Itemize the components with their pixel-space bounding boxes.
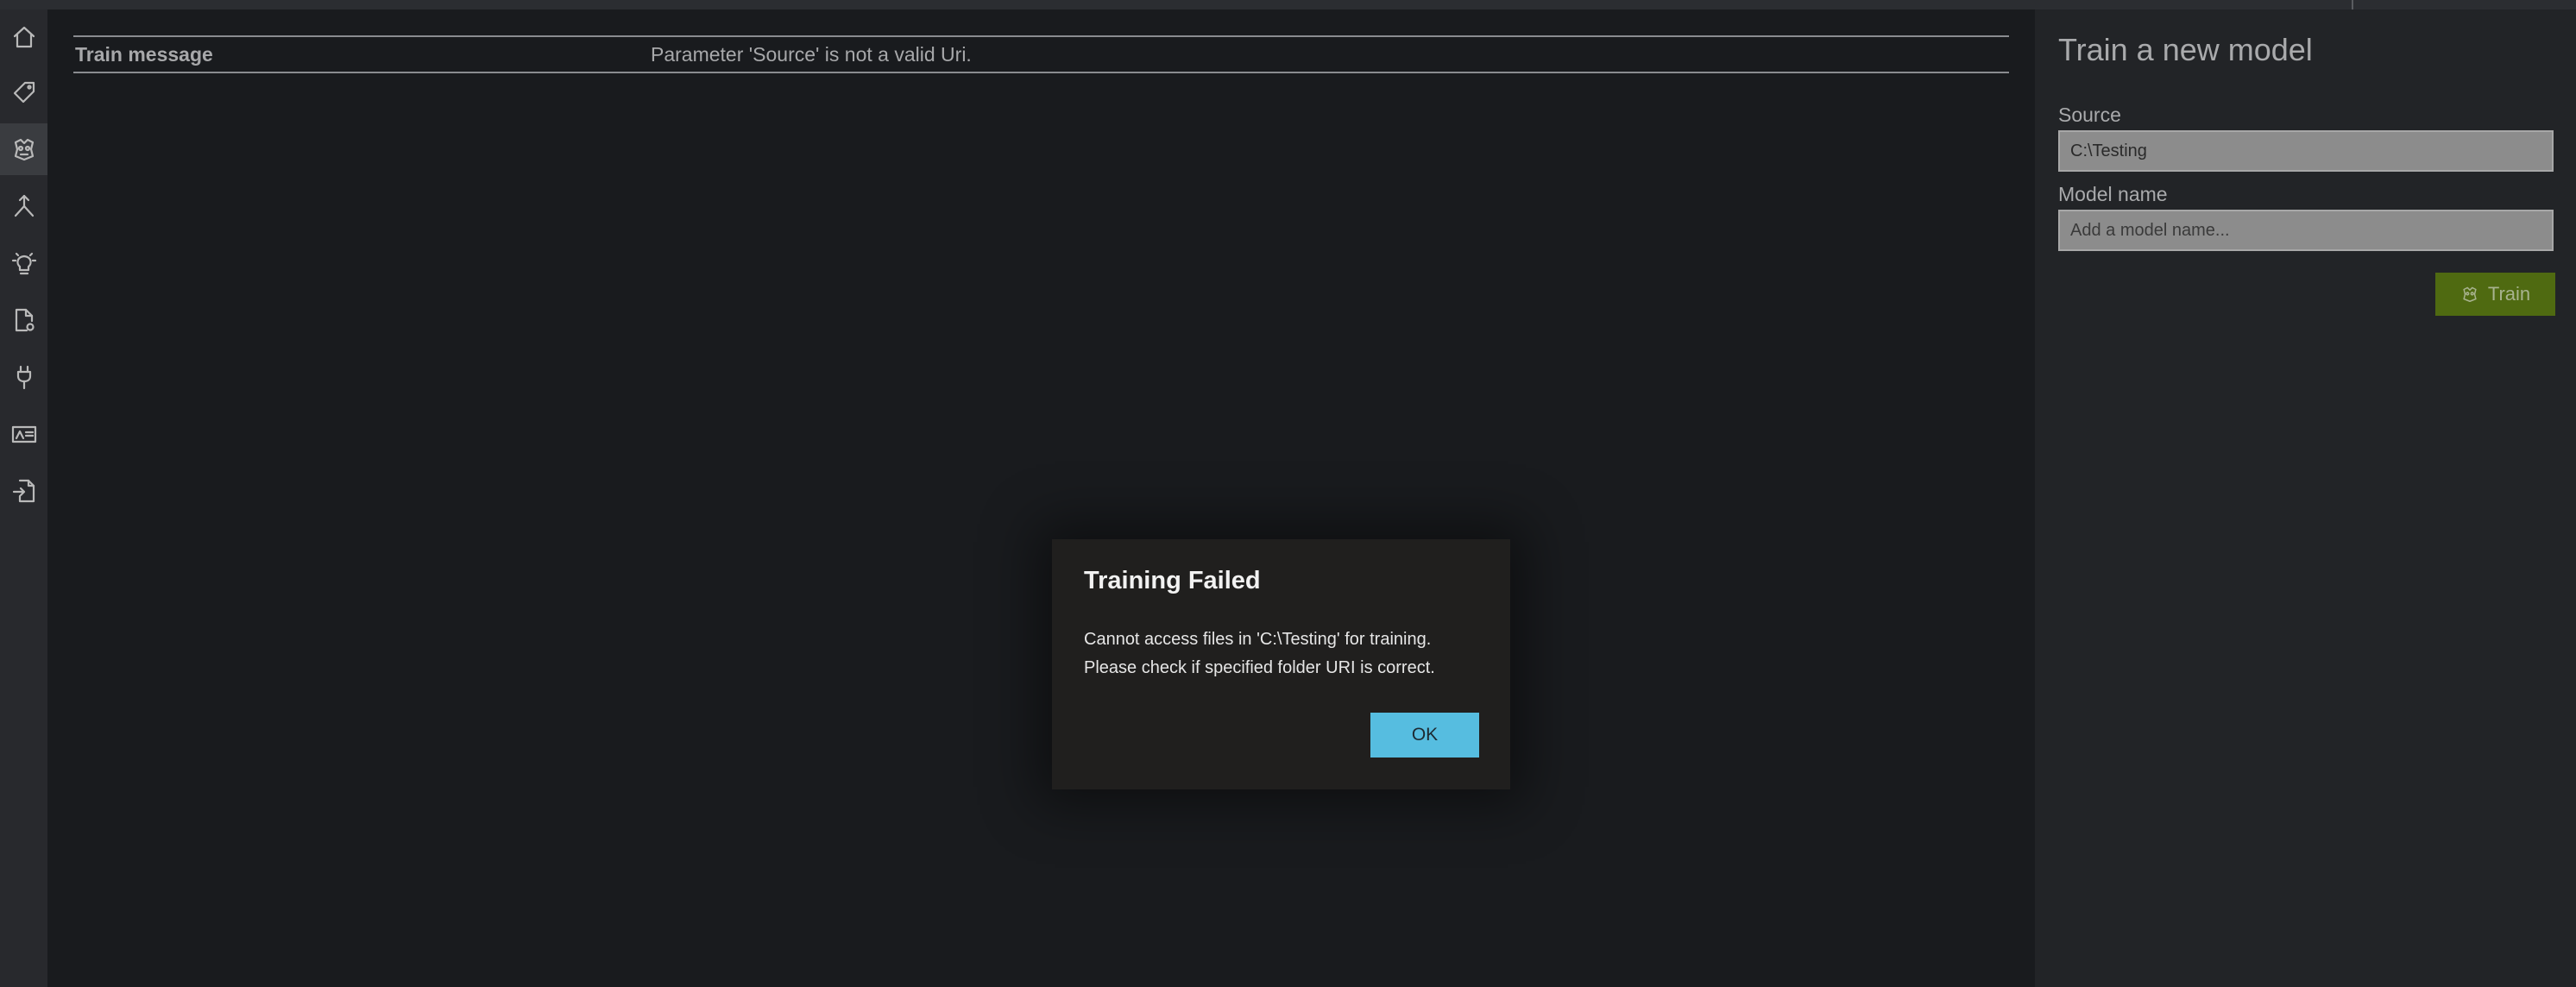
sidebar-item-insights[interactable] bbox=[0, 237, 47, 289]
document-settings-icon bbox=[15, 308, 35, 332]
main-content: Train message Parameter 'Source' is not … bbox=[47, 9, 2035, 987]
merge-icon bbox=[14, 194, 34, 217]
sidebar bbox=[0, 9, 47, 987]
train-button-label: Train bbox=[2487, 283, 2531, 305]
plug-icon bbox=[16, 365, 31, 390]
sidebar-item-connections[interactable] bbox=[0, 351, 47, 403]
sidebar-item-document-settings[interactable] bbox=[0, 294, 47, 346]
sidebar-item-identity[interactable] bbox=[0, 408, 47, 460]
ok-button[interactable]: OK bbox=[1370, 713, 1479, 758]
model-name-label: Model name bbox=[2058, 183, 2168, 205]
dialog-message-line-2: Please check if specified folder URI is … bbox=[1084, 658, 1435, 677]
dialog-title: Training Failed bbox=[1084, 567, 1261, 594]
train-button[interactable]: Train bbox=[2435, 273, 2555, 316]
id-card-icon bbox=[11, 425, 36, 443]
train-message-table: Train message Parameter 'Source' is not … bbox=[73, 35, 2009, 73]
train-message-value: Parameter 'Source' is not a valid Uri. bbox=[651, 42, 972, 66]
sidebar-item-home[interactable] bbox=[0, 11, 47, 63]
train-panel: Train a new model Source Model name bbox=[2035, 9, 2576, 987]
model-icon bbox=[2463, 286, 2477, 303]
sidebar-item-merge[interactable] bbox=[0, 180, 47, 232]
dialog-message: Cannot access files in 'C:\Testing' for … bbox=[1084, 626, 1490, 682]
source-input[interactable] bbox=[2058, 130, 2554, 172]
dialog-message-line-1: Cannot access files in 'C:\Testing' for … bbox=[1084, 630, 1432, 649]
tag-icon bbox=[13, 81, 35, 104]
sidebar-item-tags[interactable] bbox=[0, 66, 47, 118]
source-label: Source bbox=[2058, 104, 2121, 126]
sidebar-item-export[interactable] bbox=[0, 465, 47, 517]
train-message-label: Train message bbox=[75, 42, 213, 66]
panel-title: Train a new model bbox=[2058, 32, 2313, 67]
top-bar bbox=[0, 0, 2576, 9]
model-name-input[interactable] bbox=[2058, 210, 2554, 251]
training-failed-dialog: Training Failed Cannot access files in '… bbox=[1052, 539, 1510, 789]
model-icon bbox=[14, 138, 34, 161]
lightbulb-icon bbox=[11, 252, 36, 275]
document-export-icon bbox=[12, 479, 35, 503]
top-bar-divider bbox=[2352, 0, 2353, 9]
sidebar-item-train[interactable] bbox=[0, 123, 47, 175]
home-icon bbox=[13, 26, 35, 48]
